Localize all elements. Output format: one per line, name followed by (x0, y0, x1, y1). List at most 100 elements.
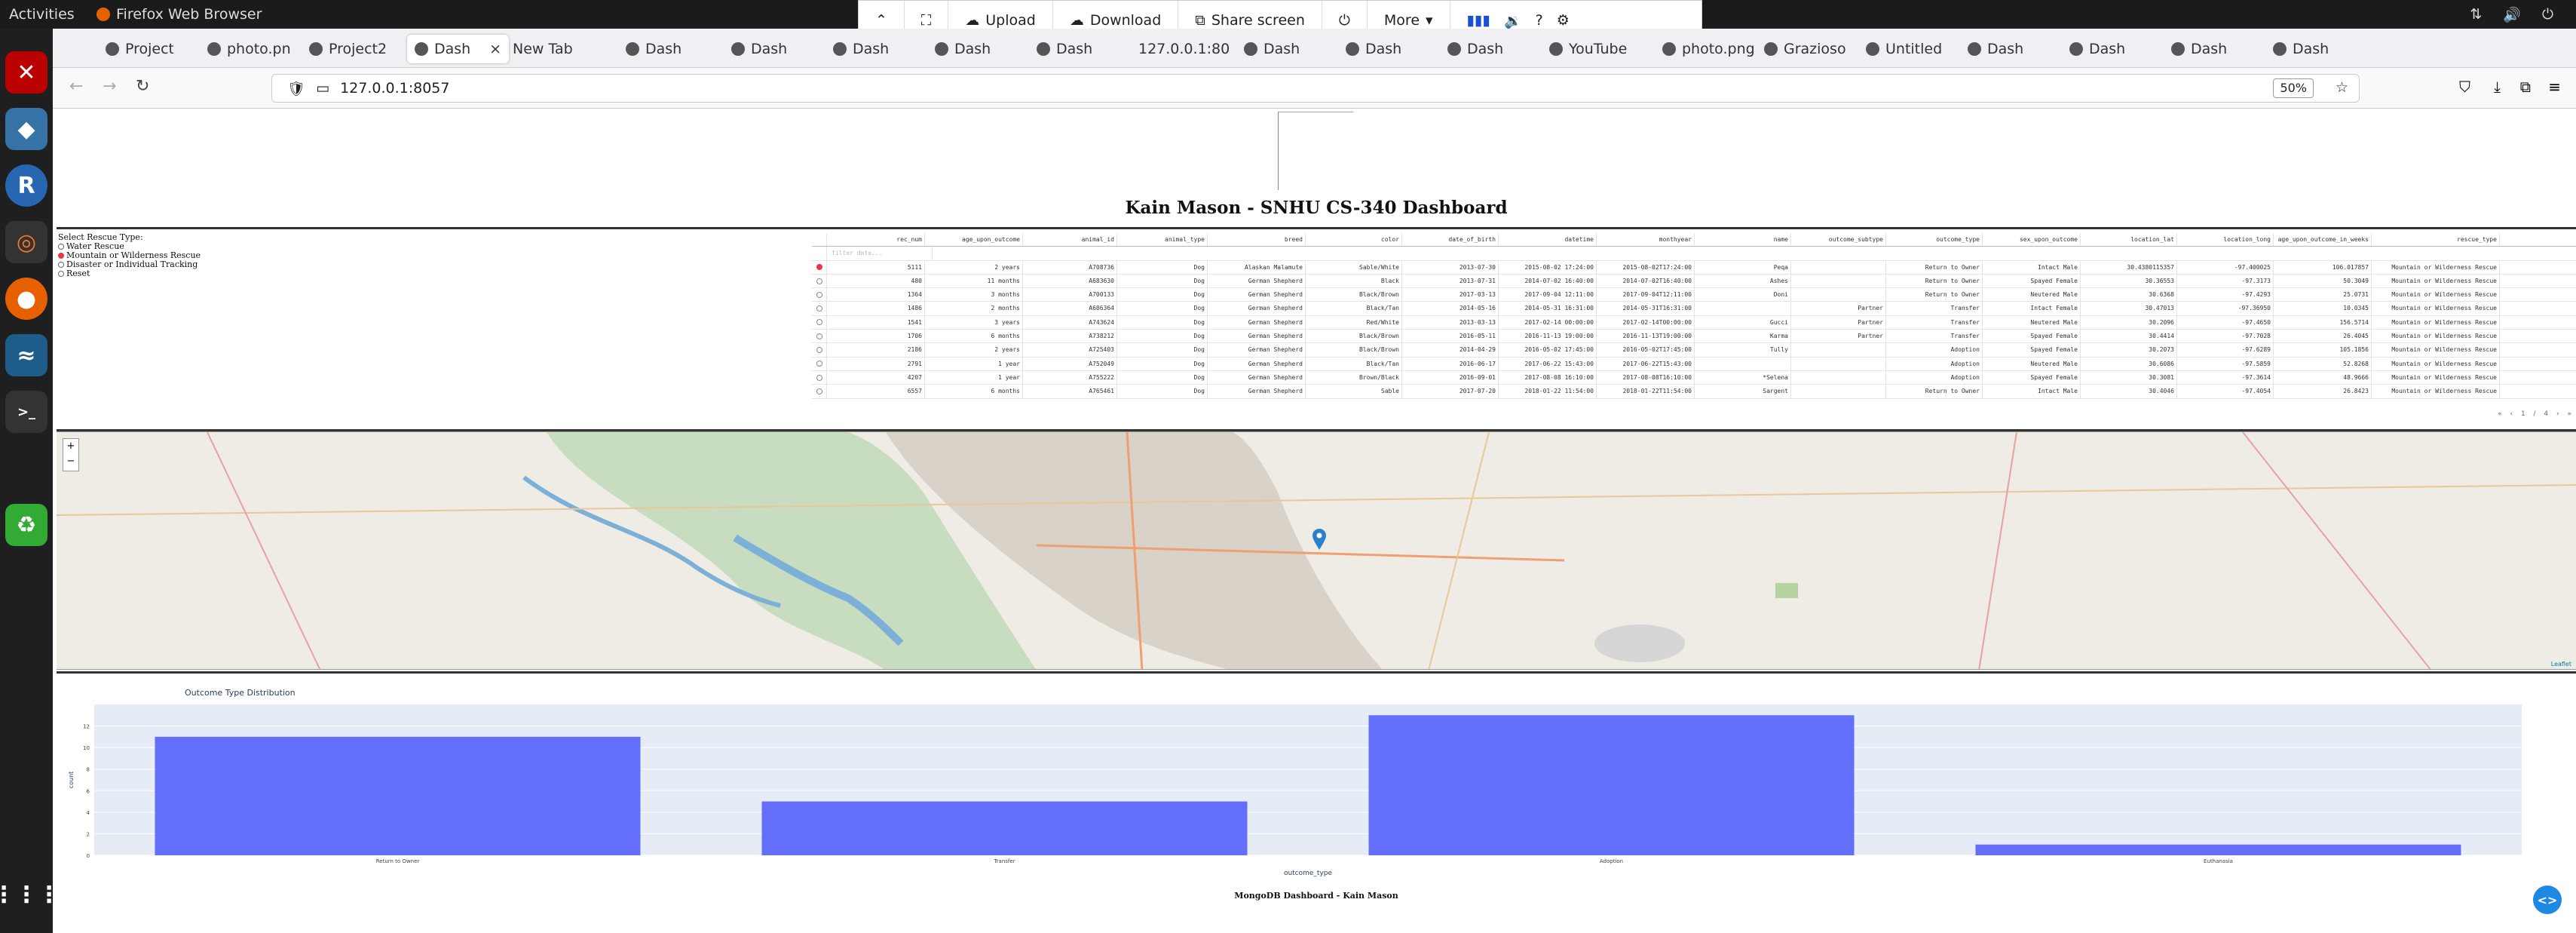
pocket-icon[interactable]: ⛉ (2459, 78, 2470, 96)
r-icon[interactable]: R (5, 164, 47, 207)
row-select-radio[interactable] (816, 264, 822, 271)
trash-icon[interactable]: ♻ (5, 504, 47, 546)
network-icon[interactable]: ⇅ (2470, 6, 2482, 23)
table-row[interactable]: 2186 2 years A725403 Dog German Shepherd Blac… (812, 343, 2576, 358)
dock-app-icon[interactable]: ✕ (5, 51, 47, 94)
tab-photo-png[interactable]: photo.png (1662, 35, 1760, 63)
row-select-radio[interactable] (816, 374, 822, 381)
column-header[interactable]: age_upon_outcome (925, 233, 1023, 247)
activities-button[interactable]: Activities (9, 6, 75, 23)
tab-new-tab[interactable]: New Tab (513, 35, 611, 63)
column-header[interactable]: rec_num (827, 233, 925, 247)
column-header[interactable]: sex_upon_outcome (1983, 233, 2081, 247)
tab-dash[interactable]: Dash (1037, 35, 1135, 63)
apps-grid-icon[interactable]: ⋮⋮⋮ (0, 873, 60, 916)
column-header[interactable]: name (1695, 233, 1791, 247)
table-row[interactable]: 6557 6 months A765461 Dog German Shepherd Sab… (812, 385, 2576, 399)
tab-dash[interactable]: Dash (2273, 35, 2371, 63)
tab-project2[interactable]: Project2 (309, 35, 400, 63)
tab-grazioso[interactable]: Grazioso (1764, 35, 1862, 63)
table-row[interactable]: 2791 1 year A752049 Dog German Shepherd Black… (812, 357, 2576, 371)
tab-dash[interactable]: Dash (833, 35, 931, 63)
mysql-icon[interactable]: ≈ (5, 334, 47, 376)
column-header[interactable]: location_long (2177, 233, 2274, 247)
radio-option[interactable]: Reset (58, 269, 201, 278)
column-header[interactable]: outcome_subtype (1791, 233, 1886, 247)
tab-dash[interactable]: Dash × (407, 35, 509, 63)
table-row[interactable]: 5111 2 years A708736 Dog Alaskan Malamute Sab… (812, 260, 2576, 275)
tab-dash[interactable]: Dash (2171, 35, 2269, 63)
column-header[interactable]: location_lat (2081, 233, 2177, 247)
row-select-radio[interactable] (816, 319, 822, 326)
tab-dash[interactable]: Dash (1346, 35, 1444, 63)
tab-dash[interactable]: Dash (1968, 35, 2066, 63)
volume-icon[interactable]: 🔊 (2503, 6, 2521, 23)
close-tab-icon[interactable]: × (489, 41, 501, 57)
table-pager[interactable]: « ‹ 1 / 4 › » (2498, 410, 2574, 418)
tab-dash[interactable]: Dash (731, 35, 829, 63)
map-zoom-control[interactable]: + − (63, 438, 79, 471)
back-icon[interactable]: ← (69, 77, 83, 96)
row-select-radio[interactable] (816, 361, 822, 367)
radio-button[interactable] (58, 262, 64, 268)
radio-button[interactable] (58, 244, 64, 250)
radio-button[interactable] (58, 253, 64, 259)
column-header[interactable]: outcome_type (1886, 233, 1983, 247)
table-row[interactable]: 480 11 months A683630 Dog German Shepherd Bla… (812, 274, 2576, 289)
row-select-radio[interactable] (816, 347, 822, 354)
settings-icon[interactable]: ⚙ (1557, 12, 1570, 29)
extensions-icon[interactable]: ⧉ (2520, 78, 2531, 96)
table-row[interactable]: 4207 1 year A755222 Dog German Shepherd Brown… (812, 370, 2576, 385)
column-header[interactable]: color (1306, 233, 1402, 247)
map-attribution[interactable]: Leaflet (2551, 661, 2571, 668)
zoom-in-button[interactable]: + (63, 439, 78, 454)
column-header[interactable]: breed (1208, 233, 1306, 247)
row-select-radio[interactable] (816, 333, 822, 339)
row-select-radio[interactable] (816, 305, 822, 312)
table-row[interactable]: 1364 3 months A700133 Dog German Shepherd Bla… (812, 288, 2576, 302)
menu-icon[interactable]: ≡ (2548, 78, 2561, 96)
firefox-icon[interactable]: ● (5, 278, 47, 320)
column-header[interactable]: animal_type (1117, 233, 1208, 247)
jupyter-icon[interactable]: ◎ (5, 221, 47, 263)
help-icon[interactable]: ? (1536, 12, 1543, 29)
tab-youtube[interactable]: YouTube (1549, 35, 1655, 63)
volume-icon[interactable]: 🔉 (1504, 12, 1522, 29)
terminal-icon[interactable]: >_ (5, 391, 47, 433)
row-select-radio[interactable] (816, 278, 822, 284)
reload-icon[interactable]: ↻ (136, 77, 149, 96)
zoom-badge[interactable]: 50% (2273, 78, 2314, 98)
tab-127-0-0-1-80[interactable]: 127.0.0.1:80 (1138, 35, 1229, 63)
dash-debug-button[interactable]: <> (2533, 885, 2562, 914)
column-header[interactable]: monthyear (1597, 233, 1695, 247)
system-tray[interactable]: ⇅ 🔊 ⏻ (2470, 6, 2553, 23)
column-header[interactable]: age_upon_outcome_in_weeks (2274, 233, 2372, 247)
row-select-radio[interactable] (816, 388, 822, 394)
row-select-radio[interactable] (816, 291, 822, 298)
forward-icon[interactable]: → (103, 77, 116, 96)
url-field[interactable]: 🛡 ▭ 127.0.0.1:8057 50% ☆ (271, 74, 2360, 103)
tab-dash[interactable]: Dash (2069, 35, 2167, 63)
tab-project2-[interactable]: Project2/ (106, 35, 173, 63)
python-icon[interactable]: ◆ (5, 108, 47, 150)
downloads-icon[interactable]: ⤓ (2494, 78, 2501, 96)
zoom-out-button[interactable]: − (63, 454, 78, 469)
table-row[interactable]: 1541 3 years A743624 Dog German Shepherd Red/… (812, 315, 2576, 330)
tab-dash[interactable]: Dash (626, 35, 724, 63)
table-row[interactable]: 1486 2 months A686364 Dog German Shepherd Bla… (812, 302, 2576, 316)
tab-photo-png[interactable]: photo.png (207, 35, 290, 63)
app-menu[interactable]: Firefox Web Browser (96, 6, 262, 23)
column-header[interactable]: datetime (1499, 233, 1597, 247)
table-row[interactable]: 1706 6 months A738212 Dog German Shepherd Bla… (812, 330, 2576, 344)
tab-dash[interactable]: Dash (1244, 35, 1342, 63)
column-header[interactable]: rescue_type (2372, 233, 2500, 247)
tab-dash[interactable]: Dash (1447, 35, 1545, 63)
geolocation-map[interactable]: + − Leaflet (57, 431, 2576, 670)
column-header[interactable]: animal_id (1023, 233, 1117, 247)
tab-untitled[interactable]: Untitled (1866, 35, 1971, 63)
power-icon[interactable]: ⏻ (2542, 6, 2553, 23)
column-header[interactable]: date_of_birth (1402, 233, 1499, 247)
tab-dash[interactable]: Dash (935, 35, 1033, 63)
filter-input[interactable]: filter data... (827, 247, 933, 260)
radio-button[interactable] (58, 271, 64, 277)
